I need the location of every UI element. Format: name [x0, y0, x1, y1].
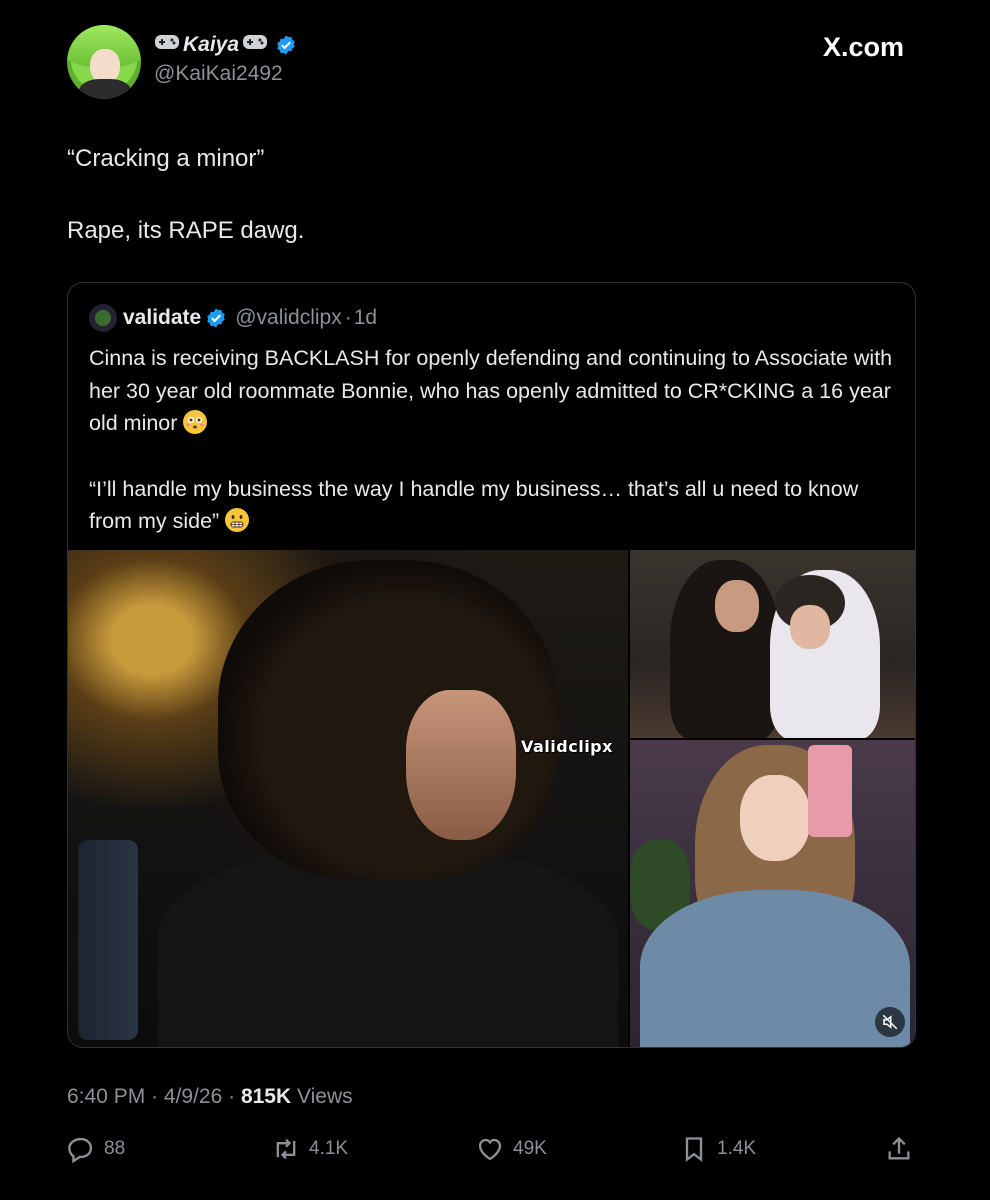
separator: · [228, 1085, 241, 1108]
like-button[interactable]: 49K [476, 1135, 547, 1163]
views-label: Views [297, 1085, 353, 1108]
quote-paragraph: “I’ll handle my business the way I handl… [89, 476, 859, 534]
author-handle[interactable]: @KaiKai2492 [154, 62, 297, 86]
bookmark-count: 1.4K [717, 1138, 757, 1159]
gamepad-icon [242, 32, 268, 58]
reply-icon [68, 1137, 93, 1163]
media-photo-bottom-right[interactable] [630, 740, 915, 1047]
video-watermark: Validclipx [521, 737, 613, 756]
reply-count: 88 [104, 1138, 126, 1159]
share-button[interactable] [885, 1135, 913, 1163]
author-avatar[interactable] [67, 25, 141, 99]
reply-button[interactable]: 88 [67, 1135, 125, 1163]
bookmark-icon [685, 1137, 703, 1162]
site-logo: X.com [822, 32, 904, 62]
tweet-date[interactable]: 4/9/26 [164, 1085, 222, 1108]
tweet-time[interactable]: 6:40 PM [67, 1085, 145, 1108]
action-bar: 88 4.1K 49K 1.4K [67, 1135, 913, 1171]
media-photo-top-right[interactable] [630, 550, 915, 738]
quote-author-name[interactable]: validate [123, 306, 201, 330]
mute-icon [882, 1014, 898, 1030]
tweet-line: Rape, its RAPE dawg. [67, 217, 305, 244]
share-icon [888, 1136, 910, 1160]
gamepad-icon [154, 32, 180, 58]
verified-icon [277, 35, 295, 55]
author-name[interactable]: Kaiya [183, 33, 239, 57]
verified-icon [207, 308, 225, 328]
tweet-meta: 6:40 PM · 4/9/26 · 815K Views [67, 1085, 353, 1109]
views-count: 815K [240, 1085, 292, 1108]
grimacing-emoji-icon [225, 508, 250, 532]
author-info: Kaiya @KaiKai2492 [154, 30, 297, 86]
tweet-line: “Cracking a minor” [67, 145, 265, 172]
separator: · [344, 306, 352, 329]
quote-avatar[interactable] [89, 304, 117, 332]
quote-header: validate @validclipx · 1d [89, 303, 377, 333]
quote-media-grid: Validclipx [68, 550, 915, 1047]
separator: · [151, 1085, 164, 1108]
quote-text: Cinna is receiving BACKLASH for openly d… [89, 342, 899, 538]
quote-age: 1d [353, 306, 378, 329]
quote-author-handle[interactable]: @validclipx [235, 306, 342, 330]
like-icon [478, 1138, 502, 1161]
mute-button[interactable] [875, 1007, 905, 1037]
tweet-text: “Cracking a minor” Rape, its RAPE dawg. [67, 141, 927, 249]
quote-paragraph: Cinna is receiving BACKLASH for openly d… [89, 346, 893, 435]
repost-icon [276, 1138, 296, 1160]
repost-count: 4.1K [309, 1138, 349, 1159]
quoted-tweet[interactable]: validate @validclipx · 1d Cinna is recei… [67, 282, 916, 1048]
like-count: 49K [513, 1138, 547, 1159]
author-name-row[interactable]: Kaiya [154, 30, 297, 60]
repost-button[interactable]: 4.1K [272, 1135, 348, 1163]
media-video-main[interactable]: Validclipx [68, 550, 628, 1047]
flushed-emoji-icon [183, 410, 208, 434]
bookmark-button[interactable]: 1.4K [680, 1135, 756, 1163]
